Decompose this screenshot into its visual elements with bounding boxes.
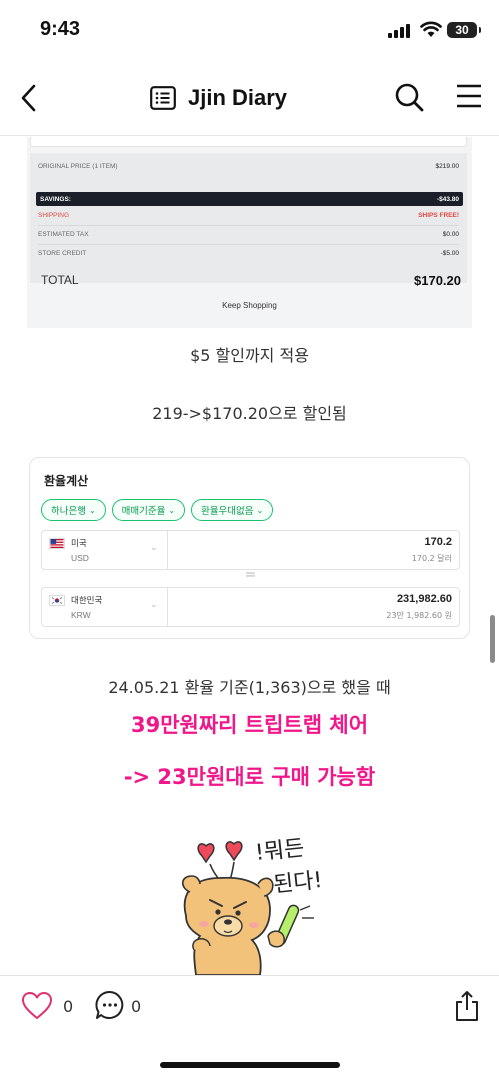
from-currency-select[interactable]: 미국 USD ⌄ (42, 531, 168, 569)
chevron-down-icon: ⌄ (150, 543, 158, 553)
like-count: 0 (63, 997, 74, 1016)
from-amount-words: 170.2 달러 (411, 554, 452, 563)
scrollbar[interactable] (490, 615, 495, 663)
currency-code: KRW (71, 610, 91, 620)
savings-row: SAVINGS: -$43.80 (36, 192, 463, 206)
to-currency-select[interactable]: 대한민국 KRW ⌄ (42, 588, 168, 626)
divider (38, 225, 459, 226)
total-row: TOTAL $170.20 (41, 273, 461, 288)
to-currency-row: 대한민국 KRW ⌄ 231,982.60 23만 1,982.60 원 (41, 587, 460, 627)
home-indicator[interactable] (160, 1062, 340, 1068)
summary-value: SHIPS FREE! (418, 212, 459, 219)
from-amount-input[interactable]: 170.2 (424, 536, 452, 548)
comment-count: 0 (131, 997, 142, 1016)
currency-country: 미국 (71, 539, 87, 549)
order-summary-image: ORIGINAL PRICE (1 ITEM) $219.00 SAVINGS:… (27, 137, 472, 328)
bank-select[interactable]: 하나은행 ⌄ (41, 499, 106, 521)
sticker-text-2: 된다! (272, 868, 324, 898)
chip-label: 하나은행 (51, 506, 86, 517)
blog-list-icon (150, 86, 176, 110)
divider (38, 244, 459, 245)
summary-value: $0.00 (442, 231, 459, 238)
search-icon[interactable] (394, 82, 424, 112)
summary-label: SHIPPING (38, 212, 70, 219)
summary-value: $219.00 (435, 163, 460, 170)
comment-icon[interactable] (95, 990, 125, 1020)
wifi-icon (420, 21, 442, 37)
total-label: TOTAL (41, 273, 79, 287)
us-flag-icon (49, 538, 65, 549)
product-card-edge (30, 137, 467, 147)
chip-label: 매매기준율 (121, 506, 166, 517)
caption-rate-note: 24.05.21 환율 기준(1,363)으로 했을 때 (108, 678, 391, 697)
chevron-down-icon: ⌄ (256, 505, 264, 515)
total-value: $170.20 (414, 273, 461, 288)
summary-value: -$5.00 (440, 250, 459, 257)
summary-label: ESTIMATED TAX (38, 231, 89, 238)
summary-row: STORE CREDIT -$5.00 (38, 250, 459, 257)
currency-code: USD (71, 553, 89, 563)
summary-label: SAVINGS: (40, 195, 71, 203)
share-icon[interactable] (454, 990, 480, 1022)
bear-sticker-art: !뭐든 된다! (181, 836, 324, 976)
caption-discount: $5 할인까지 적용 (190, 346, 309, 365)
order-summary-panel: ORIGINAL PRICE (1 ITEM) $219.00 SAVINGS:… (30, 153, 467, 288)
summary-value: -$43.80 (436, 195, 459, 203)
blog-title: Jjin Diary (188, 85, 288, 110)
summary-label: ORIGINAL PRICE (1 ITEM) (38, 163, 118, 170)
caption-result: 219->$170.20으로 할인됨 (152, 404, 347, 423)
highlight-line-1: 39만원짜리 트립트랩 체어 (130, 713, 369, 737)
currency-country: 대한민국 (71, 596, 103, 606)
keep-shopping-link: Keep Shopping (222, 301, 277, 310)
status-time: 9:43 (40, 18, 81, 40)
equals-sign: = (244, 567, 257, 583)
hamburger-menu-icon[interactable] (456, 84, 482, 108)
summary-row: SHIPPING SHIPS FREE! (38, 212, 459, 219)
sticker-text-1: !뭐든 (254, 836, 306, 866)
exchange-options: 하나은행 ⌄ 매매기준율 ⌄ 환율우대없음 ⌄ (41, 499, 274, 521)
from-currency-row: 미국 USD ⌄ 170.2 170.2 달러 (41, 530, 460, 570)
blog-title-group[interactable]: Jjin Diary (150, 82, 287, 114)
summary-row: ESTIMATED TAX $0.00 (38, 231, 459, 238)
chip-label: 환율우대없음 (201, 506, 254, 517)
preferential-rate-select[interactable]: 환율우대없음 ⌄ (191, 499, 274, 521)
bear-sticker: !뭐든 된다! (174, 830, 354, 976)
highlight-line-2: -> 23만원대로 구매 가능함 (123, 765, 376, 789)
chevron-down-icon: ⌄ (150, 600, 158, 610)
chevron-down-icon: ⌄ (168, 505, 176, 515)
heart-icon[interactable] (21, 991, 53, 1021)
summary-label: STORE CREDIT (38, 250, 87, 257)
kr-flag-icon (49, 595, 65, 606)
exchange-calculator: 환율계산 하나은행 ⌄ 매매기준율 ⌄ 환율우대없음 ⌄ 미국 USD ⌄ 17… (29, 457, 470, 639)
signal-icon (388, 24, 414, 38)
post-screen: 9:43 30 Jjin Diary ORIGINAL PRICE (1 ITE… (0, 0, 499, 1080)
exchange-title: 환율계산 (44, 474, 89, 488)
nav-bar: Jjin Diary (0, 60, 499, 136)
to-amount-words: 23만 1,982.60 원 (386, 611, 452, 620)
battery-icon: 30 (447, 22, 481, 38)
to-amount-input[interactable]: 231,982.60 (397, 593, 452, 605)
summary-row: ORIGINAL PRICE (1 ITEM) $219.00 (38, 163, 459, 170)
back-icon[interactable] (16, 80, 44, 116)
status-bar: 9:43 30 (0, 0, 499, 60)
chevron-down-icon: ⌄ (88, 505, 96, 515)
rate-type-select[interactable]: 매매기준율 ⌄ (111, 499, 186, 521)
